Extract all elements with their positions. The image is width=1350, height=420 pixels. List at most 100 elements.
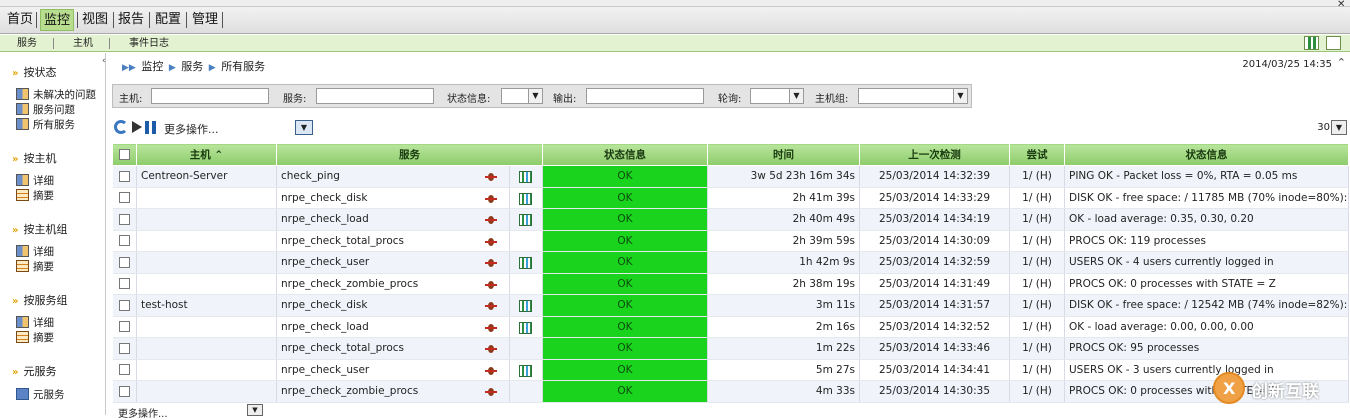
document-icon[interactable]: [1326, 36, 1341, 50]
sidebar-item-servicegroup-details[interactable]: 详细: [16, 316, 54, 330]
service-name[interactable]: nrpe_check_user: [281, 364, 369, 376]
bottom-more-actions-dropdown[interactable]: ▼: [247, 404, 263, 416]
bug-icon[interactable]: [485, 322, 497, 334]
submenu-event-log[interactable]: 事件日志: [129, 37, 169, 50]
row-checkbox[interactable]: [118, 192, 130, 204]
service-name[interactable]: nrpe_check_zombie_procs: [281, 278, 418, 290]
row-checkbox[interactable]: [118, 235, 130, 247]
column-header-service[interactable]: 服务: [276, 143, 543, 166]
column-header-status-info[interactable]: 状态信息: [1064, 143, 1349, 166]
more-actions-label[interactable]: 更多操作...: [164, 121, 219, 137]
row-checkbox[interactable]: [118, 364, 130, 376]
table-row[interactable]: nrpe_check_zombie_procs OK 2h 38m 19s 25/03…: [112, 273, 1349, 295]
table-row[interactable]: Centreon-Server check_ping OK 3w 5d 23h 16m…: [112, 165, 1349, 188]
chevron-up-icon[interactable]: ⌃: [1337, 56, 1346, 69]
submenu-services[interactable]: 服务: [17, 37, 37, 50]
menu-tab-administration[interactable]: 管理: [192, 9, 218, 31]
menu-tab-reports[interactable]: 报告: [118, 9, 144, 31]
host-cell[interactable]: [136, 208, 277, 231]
table-row[interactable]: nrpe_check_user OK 1h 42m 9s 25/03/2014 14:…: [112, 251, 1349, 274]
table-row[interactable]: test-host nrpe_check_disk OK 3m 11s 25/03/20…: [112, 294, 1349, 317]
service-name[interactable]: nrpe_check_disk: [281, 299, 367, 311]
menu-tab-views[interactable]: 视图: [82, 9, 108, 31]
bug-icon[interactable]: [485, 365, 497, 377]
bug-icon[interactable]: [485, 193, 497, 205]
host-cell[interactable]: [136, 187, 277, 209]
bug-icon[interactable]: [485, 236, 497, 248]
play-icon[interactable]: [132, 121, 142, 133]
sidebar-item-servicegroup-summary[interactable]: 摘要: [16, 331, 54, 345]
menu-tab-home[interactable]: 首页: [7, 9, 33, 31]
graph-icon[interactable]: [519, 300, 532, 312]
service-name[interactable]: nrpe_check_zombie_procs: [281, 385, 418, 397]
more-actions-dropdown[interactable]: ▼: [295, 120, 313, 135]
sidebar-item-all-services[interactable]: 所有服务: [16, 118, 75, 132]
output-filter-input[interactable]: [586, 88, 704, 104]
bug-icon[interactable]: [485, 214, 497, 226]
service-name[interactable]: check_ping: [281, 170, 340, 182]
poller-filter-select[interactable]: ▼: [750, 88, 804, 104]
host-filter-input[interactable]: [151, 88, 269, 104]
host-cell[interactable]: [136, 337, 277, 360]
host-cell[interactable]: [136, 273, 277, 295]
host-cell[interactable]: [136, 380, 277, 403]
column-header-duration[interactable]: 时间: [707, 143, 860, 166]
column-header-host[interactable]: 主机 ⌃: [136, 143, 277, 166]
sidebar-item-hostgroup-summary[interactable]: 摘要: [16, 260, 54, 274]
column-header-status[interactable]: 状态信息: [542, 143, 708, 166]
table-row[interactable]: nrpe_check_zombie_procs OK 4m 33s 25/03/201…: [112, 380, 1349, 403]
sidebar-item-meta-services[interactable]: 元服务: [16, 388, 65, 402]
sidebar-item-host-details[interactable]: 详细: [16, 174, 54, 188]
service-name[interactable]: nrpe_check_disk: [281, 192, 367, 204]
select-all-checkbox[interactable]: [119, 149, 130, 160]
sidebar-item-host-summary[interactable]: 摘要: [16, 189, 54, 203]
menu-tab-monitoring[interactable]: 监控: [40, 9, 75, 31]
host-cell[interactable]: [136, 316, 277, 338]
status-filter-select[interactable]: ▼: [501, 88, 543, 104]
bottom-more-actions-label[interactable]: 更多操作...: [118, 405, 168, 420]
menu-tab-configuration[interactable]: 配置: [155, 9, 181, 31]
bug-icon[interactable]: [485, 343, 497, 355]
hostgroup-filter-select[interactable]: ▼: [858, 88, 968, 104]
column-header-tries[interactable]: 尝试: [1009, 143, 1065, 166]
table-row[interactable]: nrpe_check_load OK 2h 40m 49s 25/03/2014 14…: [112, 208, 1349, 231]
table-row[interactable]: nrpe_check_user OK 5m 27s 25/03/2014 14:34:…: [112, 359, 1349, 381]
close-icon[interactable]: ✕: [1337, 0, 1347, 10]
bug-icon[interactable]: [485, 171, 497, 183]
breadcrumb-services[interactable]: 服务: [181, 60, 203, 73]
graph-icon[interactable]: [1304, 36, 1319, 50]
service-name[interactable]: nrpe_check_load: [281, 213, 369, 225]
graph-icon[interactable]: [519, 257, 532, 269]
row-checkbox[interactable]: [118, 170, 130, 182]
table-row[interactable]: nrpe_check_load OK 2m 16s 25/03/2014 14:32:…: [112, 316, 1349, 338]
service-name[interactable]: nrpe_check_load: [281, 321, 369, 333]
table-row[interactable]: nrpe_check_total_procs OK 2h 39m 59s 25/03/…: [112, 230, 1349, 252]
breadcrumb-monitoring[interactable]: 监控: [141, 60, 163, 73]
bug-icon[interactable]: [485, 300, 497, 312]
host-cell[interactable]: Centreon-Server: [136, 165, 277, 188]
graph-icon[interactable]: [519, 214, 532, 226]
bug-icon[interactable]: [485, 257, 497, 269]
graph-icon[interactable]: [519, 364, 532, 377]
bug-icon[interactable]: [485, 386, 497, 398]
service-name[interactable]: nrpe_check_user: [281, 256, 369, 268]
service-name[interactable]: nrpe_check_total_procs: [281, 342, 404, 354]
graph-icon[interactable]: [519, 321, 532, 334]
service-filter-input[interactable]: [316, 88, 434, 104]
breadcrumb-all-services[interactable]: 所有服务: [221, 60, 265, 73]
pause-icon[interactable]: [145, 121, 156, 134]
graph-icon[interactable]: [519, 192, 532, 205]
host-cell[interactable]: test-host: [136, 294, 277, 317]
row-checkbox[interactable]: [118, 385, 130, 397]
row-checkbox[interactable]: [118, 342, 130, 354]
graph-icon[interactable]: [519, 171, 532, 183]
row-checkbox[interactable]: [118, 299, 130, 311]
table-row[interactable]: nrpe_check_disk OK 2h 41m 39s 25/03/2014 14…: [112, 187, 1349, 209]
row-checkbox[interactable]: [118, 256, 130, 268]
sidebar-item-unhandled-problems[interactable]: 未解决的问题: [16, 88, 96, 102]
page-size-dropdown[interactable]: ▼: [1331, 120, 1347, 135]
host-cell[interactable]: [136, 230, 277, 252]
refresh-icon[interactable]: [114, 120, 128, 134]
host-cell[interactable]: [136, 251, 277, 274]
sidebar-item-service-problems[interactable]: 服务问题: [16, 103, 75, 117]
